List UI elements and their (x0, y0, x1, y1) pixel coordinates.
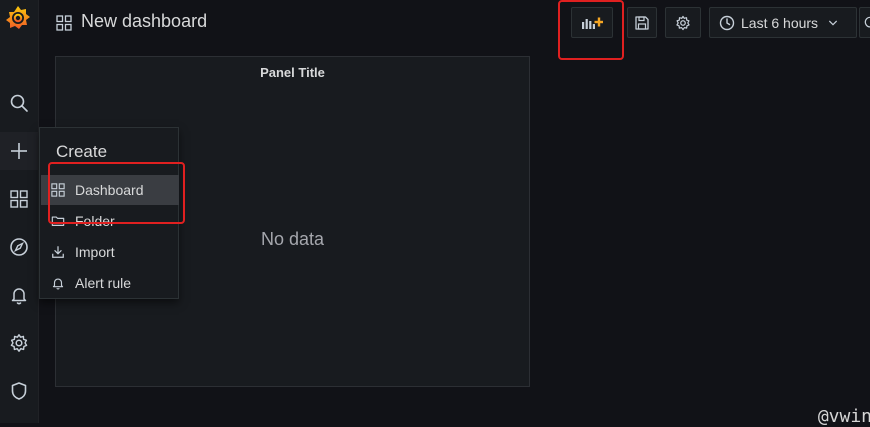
create-menu: Create Dashboard Folder Import Alert rul… (39, 127, 179, 299)
gear-icon (676, 15, 690, 30)
menu-item-folder[interactable]: Folder (41, 206, 179, 236)
create-menu-heading: Create (56, 142, 108, 161)
add-panel-icon (582, 17, 603, 29)
menu-item-label: Folder (75, 213, 115, 229)
bell-icon (11, 288, 27, 305)
add-panel-button[interactable] (571, 7, 613, 38)
apps-icon (56, 15, 72, 31)
bell-icon (52, 278, 64, 290)
sidebar-item-alerting[interactable] (0, 276, 38, 314)
chevron-down-icon (829, 20, 838, 26)
clock-icon (719, 15, 735, 30)
menu-item-alert-rule[interactable]: Alert rule (41, 268, 179, 298)
menu-item-dashboard[interactable]: Dashboard (41, 175, 179, 205)
grafana-logo-icon[interactable] (4, 4, 32, 32)
sidebar-item-search[interactable] (0, 84, 38, 122)
dashboard-title[interactable]: New dashboard (81, 11, 207, 32)
menu-item-label: Dashboard (75, 182, 144, 198)
time-range-label: Last 6 hours (741, 14, 819, 31)
panel-title[interactable]: Panel Title (56, 65, 529, 80)
time-range-picker[interactable]: Last 6 hours (709, 7, 857, 38)
sidebar-item-create[interactable] (0, 132, 38, 170)
sidebar-item-dashboards[interactable] (0, 180, 38, 218)
import-icon (52, 246, 64, 258)
search-icon (10, 94, 28, 112)
zoom-out-button[interactable] (859, 7, 870, 38)
top-navbar: New dashboard Last 6 hours (38, 0, 870, 46)
compass-icon (10, 238, 28, 256)
gear-icon (10, 334, 28, 352)
menu-item-import[interactable]: Import (41, 237, 179, 267)
plus-icon (11, 143, 27, 159)
menu-item-label: Import (75, 244, 115, 260)
apps-icon (51, 183, 65, 197)
apps-icon (10, 190, 28, 208)
sidebar-item-server-admin[interactable] (0, 372, 38, 410)
sidebar-item-explore[interactable] (0, 228, 38, 266)
menu-item-label: Alert rule (75, 275, 132, 291)
dashboard-settings-button[interactable] (665, 7, 701, 38)
folder-icon (51, 216, 65, 226)
watermark: @vwin (817, 406, 870, 427)
zoom-out-icon (864, 16, 870, 28)
save-icon (635, 15, 649, 30)
sidebar-item-configuration[interactable] (0, 324, 38, 362)
shield-icon (11, 382, 27, 400)
save-dashboard-button[interactable] (627, 7, 657, 38)
sidebar (0, 0, 39, 423)
